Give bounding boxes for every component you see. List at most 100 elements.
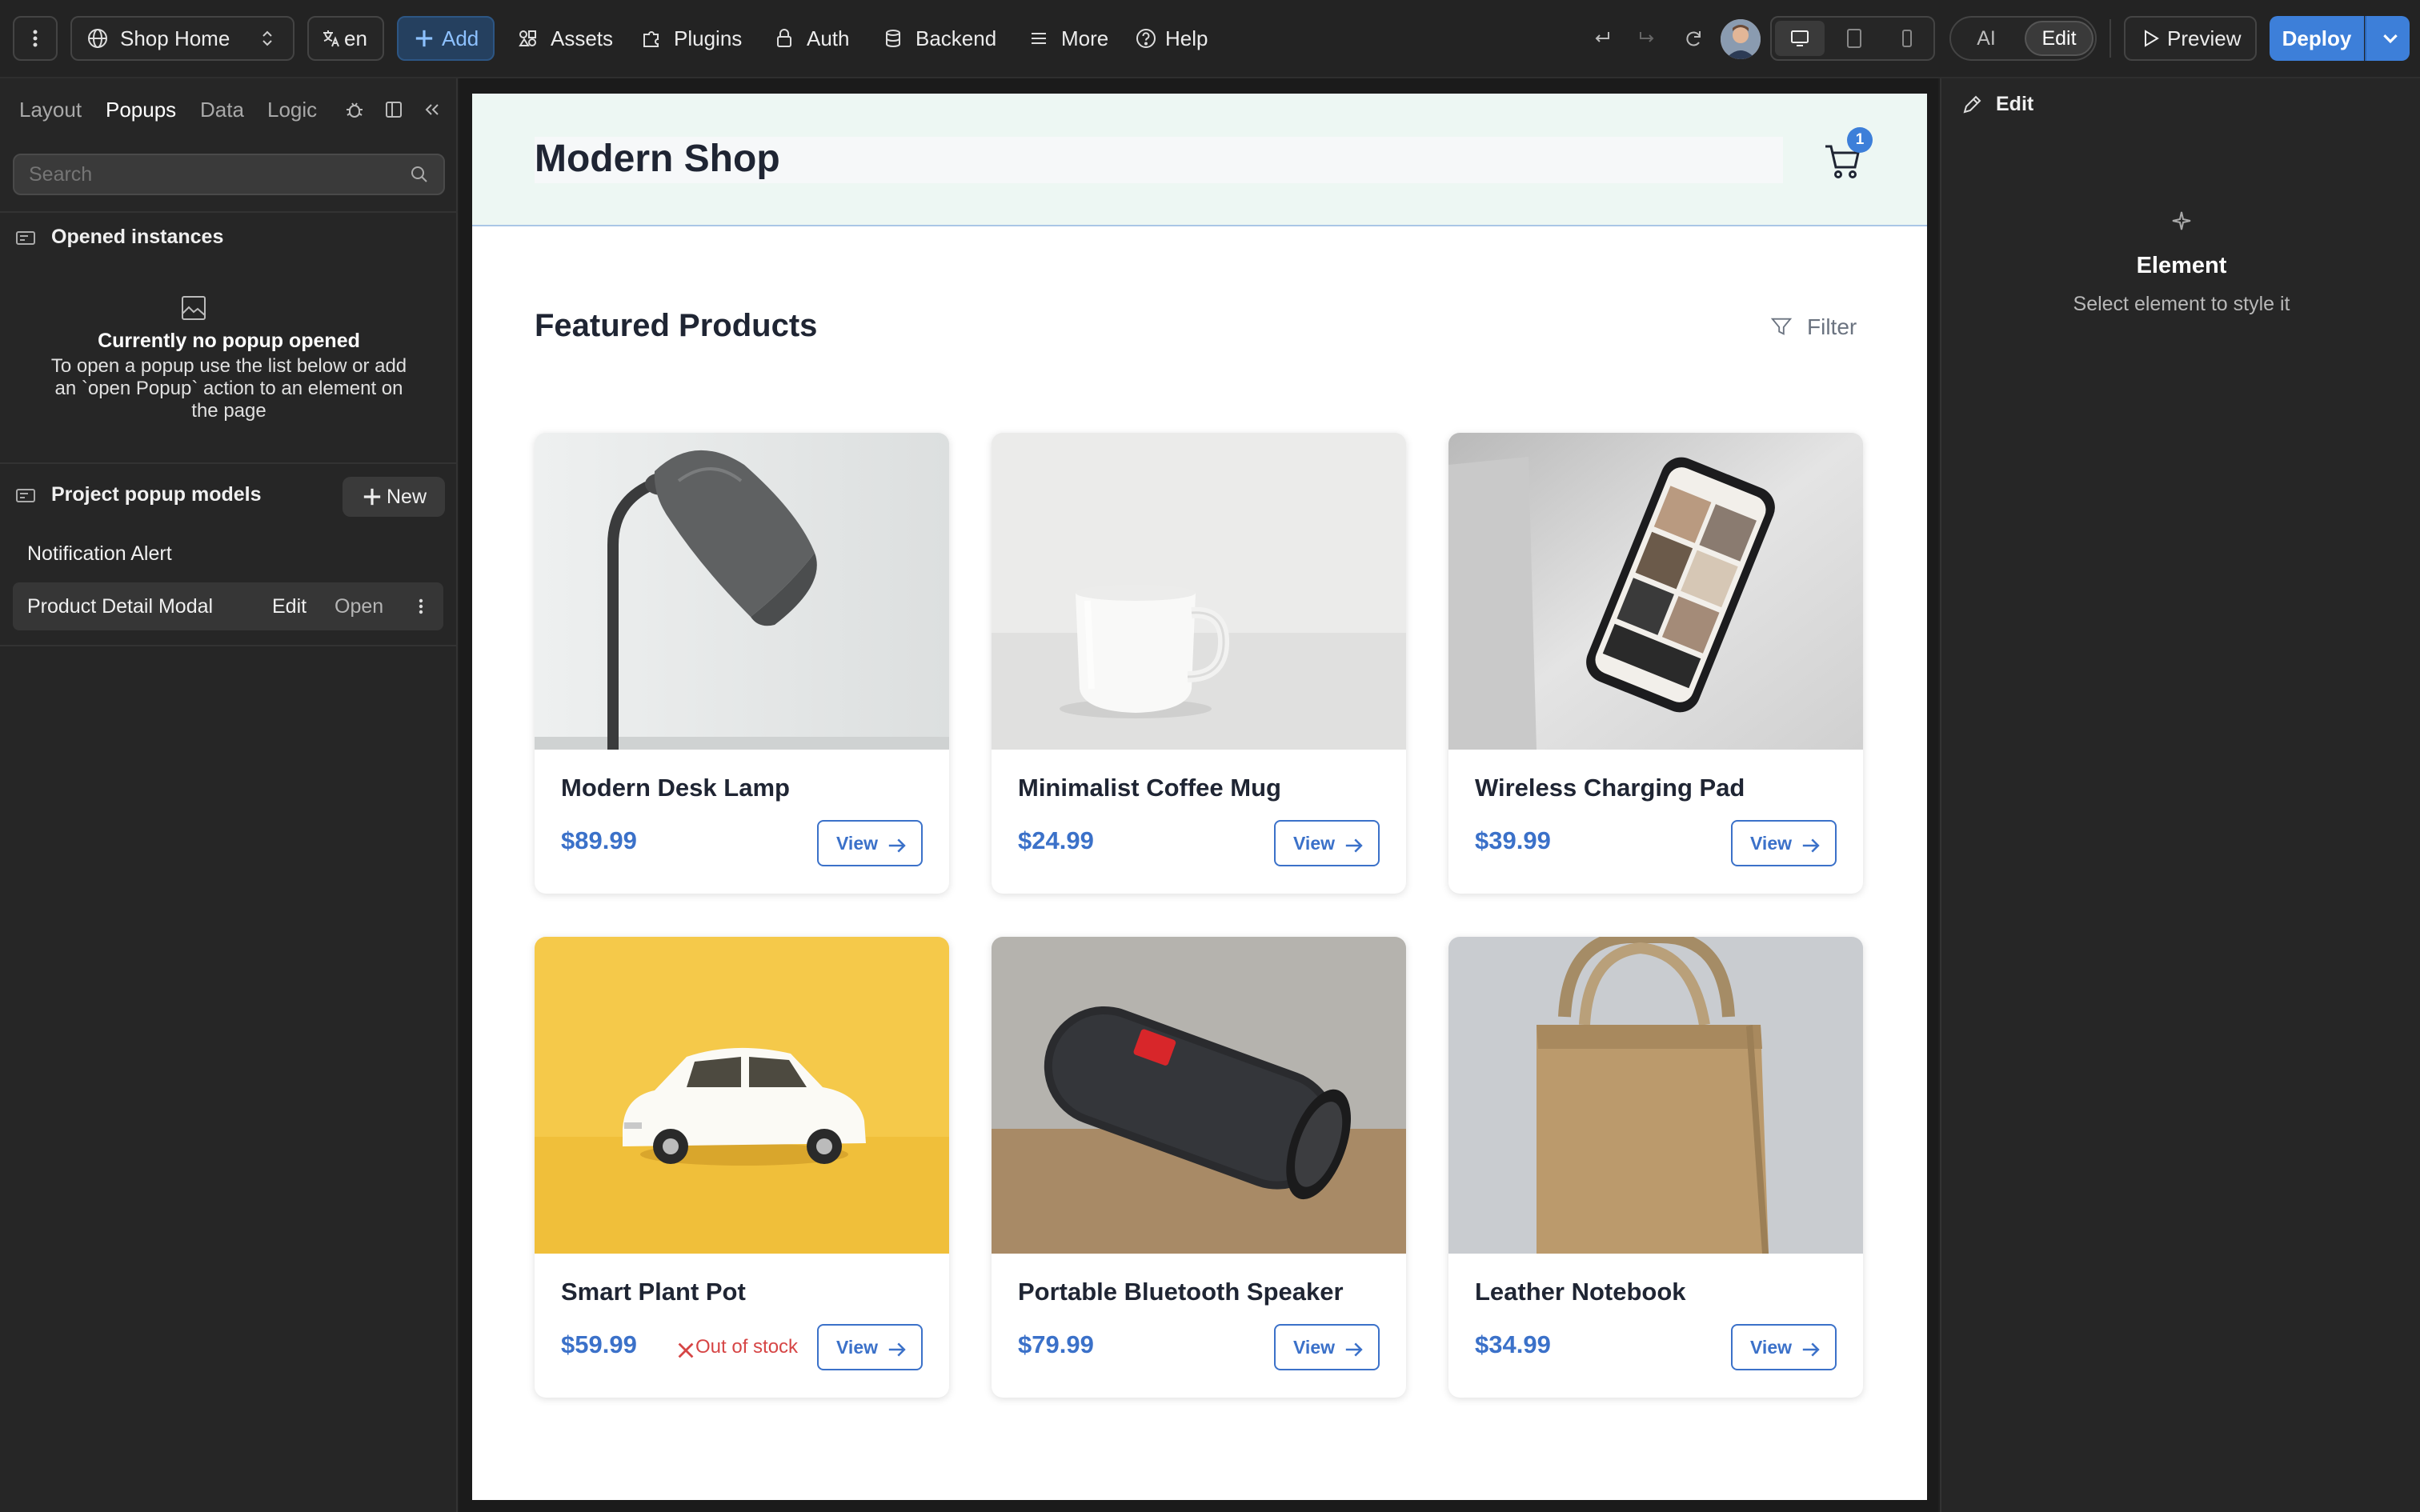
view-product-button[interactable]: View xyxy=(1274,820,1380,866)
chevron-down-icon xyxy=(2379,27,2398,50)
auth-button[interactable]: Auth xyxy=(773,16,850,61)
popup-model-row[interactable]: Product Detail Modal Edit Open xyxy=(13,582,443,630)
product-card[interactable]: Minimalist Coffee Mug $24.99 View xyxy=(992,433,1406,894)
edit-panel-header: Edit xyxy=(1961,93,2033,116)
page-selector[interactable]: Shop Home xyxy=(70,16,294,61)
hamburger-icon xyxy=(1028,27,1050,50)
vertical-dots-icon xyxy=(24,27,46,50)
section-title: Featured Products xyxy=(535,308,818,343)
lock-icon xyxy=(773,27,795,50)
edit-panel-title: Edit xyxy=(1996,93,2034,115)
top-toolbar: Shop Home en Add Assets Plugins Auth Bac… xyxy=(0,0,2420,78)
tablet-view-button[interactable] xyxy=(1829,21,1879,56)
popup-open-button[interactable]: Open xyxy=(335,595,383,618)
tablet-icon xyxy=(1843,27,1865,50)
product-card[interactable]: Modern Desk Lamp $89.99 View xyxy=(535,433,949,894)
view-label: View xyxy=(1750,1336,1792,1358)
bug-icon[interactable] xyxy=(343,98,366,121)
element-title: Element xyxy=(2136,253,2227,278)
view-product-button[interactable]: View xyxy=(817,1324,923,1370)
collapse-panel-icon[interactable] xyxy=(421,98,443,121)
product-price: $59.99 xyxy=(561,1330,637,1358)
desktop-view-button[interactable] xyxy=(1775,21,1825,56)
arrow-right-icon xyxy=(1343,1338,1363,1357)
product-image-plant-pot xyxy=(535,937,949,1254)
product-card[interactable]: Leather Notebook $34.99 View xyxy=(1448,937,1863,1398)
help-button[interactable]: Help xyxy=(1135,16,1208,61)
popup-more-icon[interactable] xyxy=(410,595,432,618)
view-label: View xyxy=(1293,1336,1335,1358)
preview-button[interactable]: Preview xyxy=(2124,16,2257,61)
ai-mode-button[interactable]: AI xyxy=(1954,21,2018,56)
arrow-right-icon xyxy=(886,1338,906,1357)
toolbar-divider xyxy=(2109,19,2111,58)
view-label: View xyxy=(836,1336,878,1358)
mode-switcher: AI Edit xyxy=(1949,16,2097,61)
assets-button[interactable]: Assets xyxy=(517,16,613,61)
plugins-label: Plugins xyxy=(674,26,743,50)
main-menu-button[interactable] xyxy=(13,16,58,61)
view-label: View xyxy=(836,832,878,854)
shop-page: Modern Shop 1 Featured Products Filter M… xyxy=(472,94,1927,1500)
sparkle-icon xyxy=(2170,210,2193,232)
brand-title: Modern Shop xyxy=(535,138,780,180)
sidebar-toggle-icon[interactable] xyxy=(383,98,405,121)
arrow-right-icon xyxy=(1800,834,1820,853)
user-avatar[interactable] xyxy=(1721,19,1761,59)
tab-data[interactable]: Data xyxy=(200,98,244,122)
empty-state-desc-2: an `open Popup` action to an element on xyxy=(54,378,403,399)
language-selector[interactable]: en xyxy=(307,16,384,61)
undo-button[interactable] xyxy=(1591,16,1613,61)
broken-image-icon xyxy=(180,294,207,322)
deploy-button[interactable]: Deploy xyxy=(2270,16,2364,61)
chevron-updown-icon xyxy=(256,27,278,50)
new-popup-label: New xyxy=(386,485,427,508)
popup-model-notification-alert[interactable]: Notification Alert xyxy=(27,542,172,566)
product-price: $79.99 xyxy=(1018,1330,1094,1358)
filter-button[interactable]: Filter xyxy=(1770,314,1857,340)
plugins-button[interactable]: Plugins xyxy=(640,16,742,61)
add-button[interactable]: Add xyxy=(397,16,495,61)
right-panel: Edit Element Select element to style it xyxy=(1940,78,2420,1512)
empty-state-title: Currently no popup opened xyxy=(98,330,360,352)
more-label: More xyxy=(1061,26,1109,50)
product-price: $39.99 xyxy=(1475,826,1551,854)
refresh-button[interactable] xyxy=(1682,16,1705,61)
view-product-button[interactable]: View xyxy=(1731,820,1837,866)
edit-mode-button[interactable]: Edit xyxy=(2025,21,2093,56)
view-product-button[interactable]: View xyxy=(1274,1324,1380,1370)
view-product-button[interactable]: View xyxy=(1731,1324,1837,1370)
backend-button[interactable]: Backend xyxy=(882,16,996,61)
filter-icon xyxy=(1770,315,1794,339)
popup-edit-button[interactable]: Edit xyxy=(272,595,307,618)
product-name: Minimalist Coffee Mug xyxy=(1018,774,1281,802)
search-icon xyxy=(408,163,431,186)
empty-state-desc-3: the page xyxy=(191,400,266,422)
product-card[interactable]: Smart Plant Pot $59.99 Out of stock View xyxy=(535,937,949,1398)
product-card[interactable]: Portable Bluetooth Speaker $79.99 View xyxy=(992,937,1406,1398)
more-button[interactable]: More xyxy=(1028,16,1108,61)
assets-icon xyxy=(517,27,539,50)
new-popup-button[interactable]: New xyxy=(343,477,445,517)
stock-status: Out of stock xyxy=(675,1336,798,1358)
tab-layout[interactable]: Layout xyxy=(19,98,82,122)
cart-button[interactable]: 1 xyxy=(1823,127,1873,178)
product-price: $24.99 xyxy=(1018,826,1094,854)
deploy-options-button[interactable] xyxy=(2365,16,2410,61)
page-selector-label: Shop Home xyxy=(120,26,230,50)
globe-icon xyxy=(86,27,109,50)
product-image-coffee-mug xyxy=(992,433,1406,750)
play-icon xyxy=(2140,27,2159,50)
product-card[interactable]: Wireless Charging Pad $39.99 View xyxy=(1448,433,1863,894)
search-input[interactable] xyxy=(14,155,399,194)
redo-button[interactable] xyxy=(1636,16,1658,61)
search-box xyxy=(13,154,445,195)
tab-popups[interactable]: Popups xyxy=(106,98,176,122)
view-label: View xyxy=(1750,832,1792,854)
mobile-view-button[interactable] xyxy=(1882,21,1932,56)
opened-instances-title: Opened instances xyxy=(51,226,224,248)
out-of-stock-label: Out of stock xyxy=(695,1336,799,1358)
view-product-button[interactable]: View xyxy=(817,820,923,866)
database-icon xyxy=(882,27,904,50)
tab-logic[interactable]: Logic xyxy=(267,98,317,122)
